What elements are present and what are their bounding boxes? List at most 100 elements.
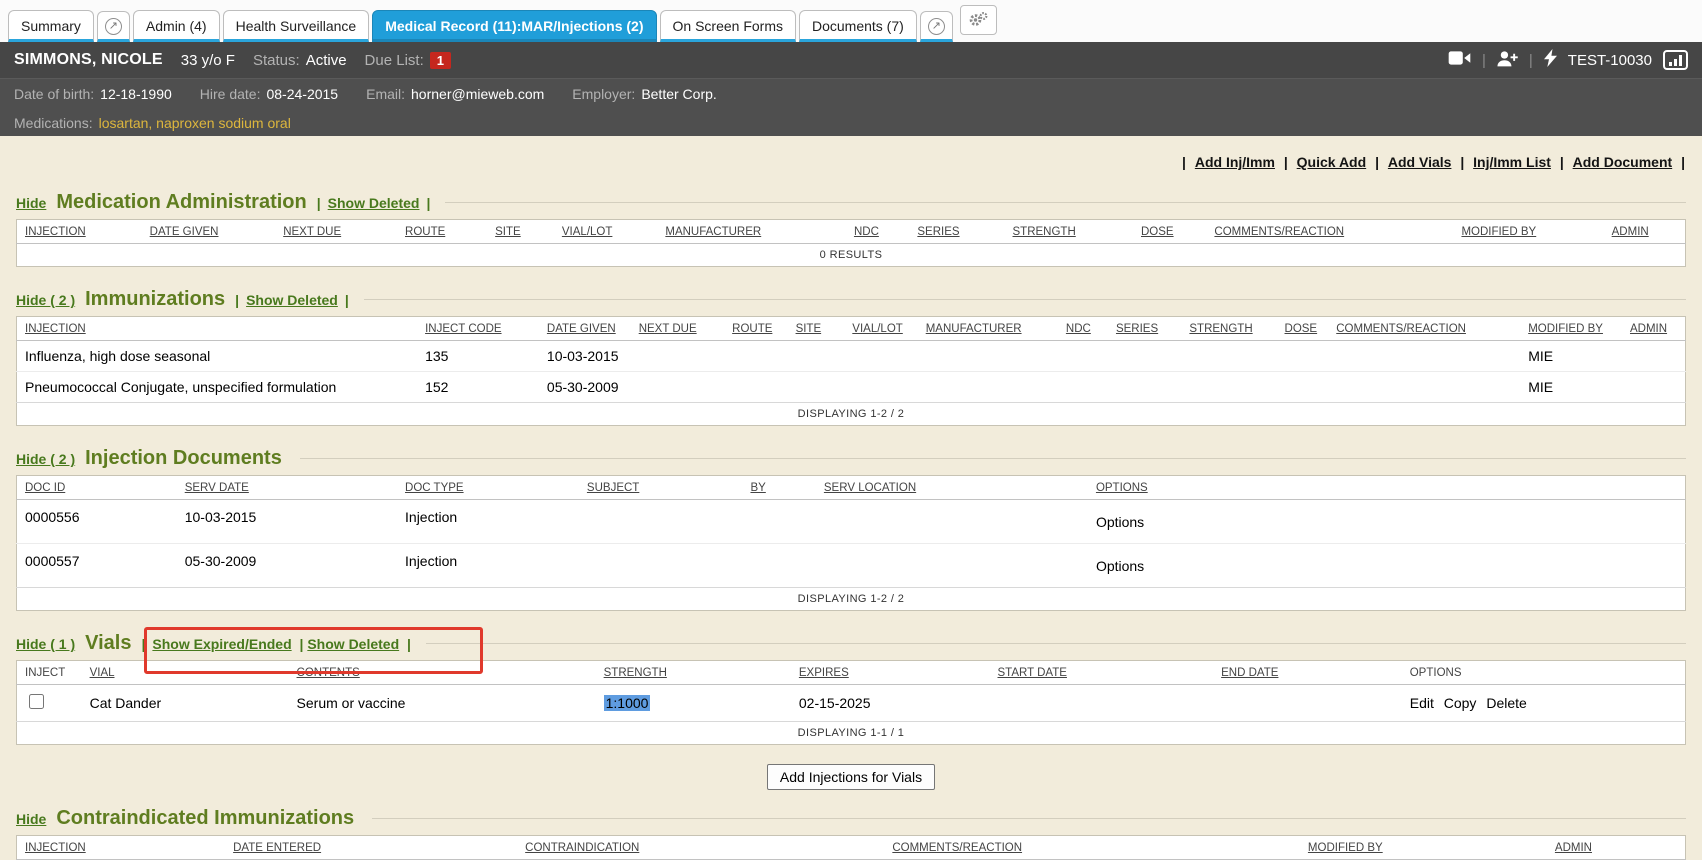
header-rule [372, 818, 1686, 819]
dob-value: 12-18-1990 [100, 86, 172, 102]
tab-on-screen-forms[interactable]: On Screen Forms [660, 10, 796, 42]
column-header[interactable]: ADMIN [1547, 836, 1686, 860]
column-header[interactable]: MODIFIED BY [1453, 220, 1603, 244]
column-header[interactable]: SERV DATE [177, 476, 397, 500]
tab-documents[interactable]: Documents (7) [799, 10, 917, 42]
column-header[interactable]: CONTENTS [289, 661, 596, 685]
column-header[interactable]: VIAL/LOT [554, 220, 657, 244]
column-header[interactable]: MANUFACTURER [657, 220, 846, 244]
column-header[interactable]: INJECTION [17, 317, 418, 341]
show-deleted-link[interactable]: Show Deleted [307, 636, 399, 652]
column-header[interactable]: VIAL [82, 661, 289, 685]
edit-link[interactable]: Edit [1410, 695, 1434, 711]
column-header[interactable]: DOC TYPE [397, 476, 579, 500]
tab-admin[interactable]: Admin (4) [133, 10, 220, 42]
doc-id-cell[interactable]: 0000556 [17, 500, 177, 544]
column-header[interactable]: STRENGTH [1181, 317, 1276, 341]
column-header[interactable]: ROUTE [724, 317, 787, 341]
medications-value[interactable]: losartan, naproxen sodium oral [99, 115, 291, 131]
column-header[interactable]: COMMENTS/REACTION [884, 836, 1300, 860]
column-header[interactable]: SITE [788, 317, 845, 341]
add-inj-imm-link[interactable]: Add Inj/Imm [1195, 154, 1275, 170]
column-header[interactable]: DATE GIVEN [539, 317, 631, 341]
hide-link[interactable]: Hide ( 2 ) [16, 292, 75, 308]
column-header[interactable]: NEXT DUE [631, 317, 724, 341]
column-header[interactable]: ROUTE [397, 220, 487, 244]
add-document-link[interactable]: Add Document [1573, 154, 1673, 170]
person-add-icon [1497, 50, 1518, 71]
patient-age-sex: 33 y/o F [181, 52, 235, 69]
options-link[interactable]: Options [1096, 514, 1144, 530]
inj-imm-list-link[interactable]: Inj/Imm List [1473, 154, 1551, 170]
hide-link[interactable]: Hide [16, 811, 46, 827]
column-header[interactable]: COMMENTS/REACTION [1328, 317, 1520, 341]
column-header[interactable]: START DATE [990, 661, 1214, 685]
column-header[interactable]: NEXT DUE [275, 220, 397, 244]
flowsheet-button[interactable] [1663, 50, 1688, 70]
hide-link[interactable]: Hide ( 1 ) [16, 636, 75, 652]
employer-label: Employer: [572, 86, 635, 102]
column-header[interactable]: INJECTION [17, 220, 142, 244]
column-header[interactable]: DOSE [1277, 317, 1329, 341]
column-header[interactable]: MANUFACTURER [918, 317, 1058, 341]
main-content: | Add Inj/Imm | Quick Add | Add Vials | … [0, 136, 1702, 860]
due-list-badge[interactable]: 1 [430, 52, 451, 69]
column-header[interactable]: DOC ID [17, 476, 177, 500]
column-header[interactable]: SERV LOCATION [816, 476, 1088, 500]
add-person-button[interactable] [1497, 50, 1518, 71]
column-header[interactable]: DATE ENTERED [225, 836, 517, 860]
delete-link[interactable]: Delete [1486, 695, 1526, 711]
column-header[interactable]: SITE [487, 220, 554, 244]
column-header[interactable]: STRENGTH [1005, 220, 1134, 244]
add-vials-link[interactable]: Add Vials [1388, 154, 1452, 170]
vial-inject-checkbox[interactable] [29, 694, 44, 709]
quick-actions-button[interactable] [1544, 49, 1557, 71]
separator: | [407, 636, 411, 652]
column-header[interactable]: DATE GIVEN [142, 220, 276, 244]
column-header[interactable]: ADMIN [1622, 317, 1686, 341]
copy-link[interactable]: Copy [1444, 695, 1477, 711]
column-header[interactable]: NDC [846, 220, 909, 244]
column-header[interactable]: ADMIN [1604, 220, 1686, 244]
column-header[interactable]: END DATE [1213, 661, 1402, 685]
gear-icon [968, 16, 989, 31]
column-header[interactable]: VIAL/LOT [844, 317, 917, 341]
column-header[interactable]: NDC [1058, 317, 1108, 341]
tab-health-surveillance[interactable]: Health Surveillance [223, 10, 370, 42]
table-footer-row: DISPLAYING 1-2 / 2 [17, 403, 1686, 426]
settings-button[interactable] [960, 5, 997, 35]
column-header[interactable]: CONTRAINDICATION [517, 836, 884, 860]
column-header[interactable]: OPTIONS [1088, 476, 1686, 500]
column-header[interactable]: MODIFIED BY [1300, 836, 1547, 860]
column-header[interactable]: BY [742, 476, 815, 500]
tab-documents-popout[interactable]: ↗ [920, 11, 953, 42]
tab-medical-record[interactable]: Medical Record (11):MAR/Injections (2) [372, 10, 656, 42]
video-call-button[interactable] [1448, 50, 1471, 70]
hide-link[interactable]: Hide [16, 195, 46, 211]
column-header[interactable]: INJECTION [17, 836, 226, 860]
hide-link[interactable]: Hide ( 2 ) [16, 451, 75, 467]
employer-value: Better Corp. [641, 86, 716, 102]
show-deleted-link[interactable]: Show Deleted [328, 195, 420, 211]
table-header-row: INJECTION DATE ENTERED CONTRAINDICATION … [17, 836, 1686, 860]
show-expired-ended-link[interactable]: Show Expired/Ended [152, 636, 291, 652]
add-injections-for-vials-button[interactable]: Add Injections for Vials [767, 764, 935, 790]
tab-summary[interactable]: Summary [8, 10, 94, 42]
separator: | [1681, 154, 1685, 170]
options-link[interactable]: Options [1096, 558, 1144, 574]
quick-add-link[interactable]: Quick Add [1297, 154, 1367, 170]
tab-label: Documents (7) [812, 18, 904, 34]
column-header[interactable]: EXPIRES [791, 661, 990, 685]
show-deleted-link[interactable]: Show Deleted [246, 292, 338, 308]
column-header[interactable]: STRENGTH [596, 661, 791, 685]
column-header[interactable]: INJECT CODE [417, 317, 539, 341]
tab-summary-popout[interactable]: ↗ [97, 11, 130, 42]
doc-id-cell[interactable]: 0000557 [17, 544, 177, 588]
column-header[interactable]: COMMENTS/REACTION [1206, 220, 1453, 244]
serv-date-cell: 10-03-2015 [177, 500, 397, 544]
column-header[interactable]: SERIES [1108, 317, 1181, 341]
column-header[interactable]: SERIES [909, 220, 1004, 244]
column-header[interactable]: MODIFIED BY [1520, 317, 1622, 341]
column-header[interactable]: SUBJECT [579, 476, 743, 500]
column-header[interactable]: DOSE [1133, 220, 1206, 244]
